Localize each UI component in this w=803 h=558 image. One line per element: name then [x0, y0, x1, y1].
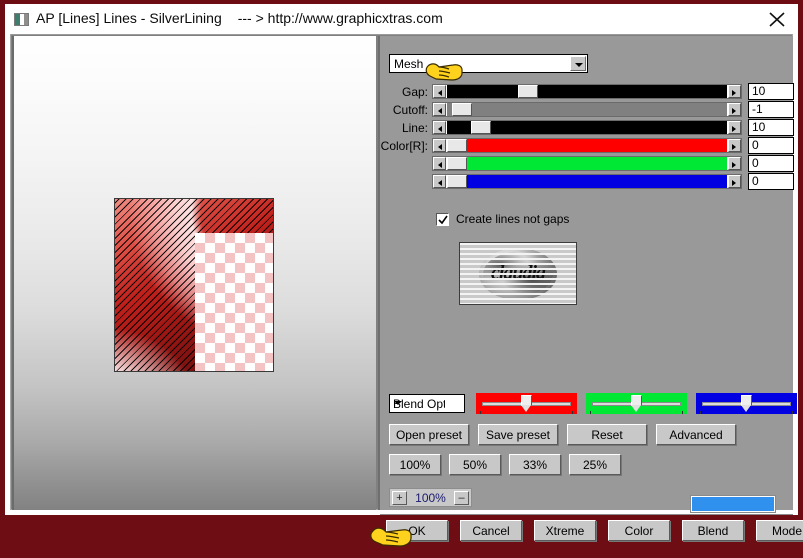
zoom-50-button[interactable]: 50%: [449, 454, 501, 475]
slider-track[interactable]: [432, 102, 742, 117]
blend-slider-tick: [700, 411, 701, 414]
blend-slider-thumb[interactable]: [521, 395, 532, 412]
controls-pane: Mesh Gap: 10 Cutoff: -1 Line: 10 Color[R]: 0 0 0: [370, 36, 803, 547]
zoom-33-button[interactable]: 33%: [509, 454, 561, 475]
zoom-stepper[interactable]: + 100% –: [389, 488, 472, 507]
red-blend-slider[interactable]: [476, 393, 577, 414]
slider-fill: [447, 103, 727, 116]
slider-value-field[interactable]: -1: [748, 101, 794, 118]
green-blend-slider[interactable]: [586, 393, 687, 414]
dialog-body: Mesh Gap: 10 Cutoff: -1 Line: 10 Color[R]: 0 0 0: [10, 34, 803, 547]
create-lines-checkbox-label: Create lines not gaps: [456, 212, 570, 226]
thumbnail-preview[interactable]: claudia: [459, 242, 577, 305]
slider-fill: [447, 157, 727, 170]
bottom-divider: [380, 514, 793, 515]
window-title-text: AP [Lines] Lines - SilverLining: [36, 10, 222, 26]
slider-increment-icon[interactable]: [728, 139, 741, 152]
preset-dropdown[interactable]: Mesh: [389, 54, 588, 73]
chevron-down-icon[interactable]: [570, 56, 586, 71]
ok-button[interactable]: OK: [386, 520, 448, 541]
slider-track[interactable]: [432, 174, 742, 189]
slider-increment-icon[interactable]: [728, 103, 741, 116]
xtreme-button[interactable]: Xtreme: [534, 520, 596, 541]
slider-row: Color[R]: 0: [380, 137, 794, 154]
mode-button[interactable]: Mode: [756, 520, 803, 541]
slider-thumb[interactable]: [447, 175, 467, 188]
blend-slider-tick: [792, 411, 793, 414]
title-bar: AP [Lines] Lines - SilverLining --- > htt…: [5, 4, 798, 34]
slider-thumb[interactable]: [518, 85, 538, 98]
slider-label: Line:: [401, 121, 428, 135]
create-lines-checkbox[interactable]: [436, 213, 449, 226]
zoom-100-button[interactable]: 100%: [389, 454, 441, 475]
slider-decrement-icon[interactable]: [433, 139, 446, 152]
slider-value-field[interactable]: 10: [748, 83, 794, 100]
preview-transparency-checker: [195, 233, 273, 371]
color-button[interactable]: Color: [608, 520, 670, 541]
blend-slider-thumb[interactable]: [741, 395, 752, 412]
blend-slider-tick: [480, 411, 481, 414]
slider-track[interactable]: [432, 84, 742, 99]
slider-value-field[interactable]: 0: [748, 137, 794, 154]
blend-slider-thumb[interactable]: [631, 395, 642, 412]
slider-fill: [447, 121, 727, 134]
slider-increment-icon[interactable]: [728, 121, 741, 134]
slider-track[interactable]: [432, 120, 742, 135]
slider-decrement-icon[interactable]: [433, 121, 446, 134]
slider-row: 0: [380, 173, 794, 190]
slider-thumb[interactable]: [447, 139, 467, 152]
blend-button[interactable]: Blend: [682, 520, 744, 541]
blend-slider-tick: [682, 411, 683, 414]
blue-blend-slider[interactable]: [696, 393, 797, 414]
slider-thumb[interactable]: [452, 103, 472, 116]
zoom-25-button[interactable]: 25%: [569, 454, 621, 475]
close-icon[interactable]: [766, 9, 788, 29]
image-thumbnail-icon: [14, 13, 29, 26]
advanced-button[interactable]: Advanced: [656, 424, 736, 445]
slider-row: 0: [380, 155, 794, 172]
blend-slider-tick: [572, 411, 573, 414]
slider-label: Color[R]:: [380, 139, 428, 153]
slider-label: Cutoff:: [392, 103, 428, 117]
preview-image[interactable]: [114, 198, 274, 372]
slider-row: Gap: 10: [380, 83, 794, 100]
blend-slider-tick: [590, 411, 591, 414]
blend-options-dropdown[interactable]: Blend Opti: [389, 394, 465, 413]
reset-button[interactable]: Reset: [567, 424, 647, 445]
slider-track[interactable]: [432, 138, 742, 153]
slider-increment-icon[interactable]: [728, 175, 741, 188]
slider-decrement-icon[interactable]: [433, 103, 446, 116]
slider-value-field[interactable]: 0: [748, 155, 794, 172]
slider-track[interactable]: [432, 156, 742, 171]
slider-increment-icon[interactable]: [728, 157, 741, 170]
slider-increment-icon[interactable]: [728, 85, 741, 98]
slider-row: Line: 10: [380, 119, 794, 136]
slider-thumb[interactable]: [447, 157, 467, 170]
slider-label: Gap:: [401, 85, 428, 99]
slider-value-field[interactable]: 0: [748, 173, 794, 190]
open-preset-button[interactable]: Open preset: [389, 424, 469, 445]
slider-decrement-icon[interactable]: [433, 157, 446, 170]
plugin-window: AP [Lines] Lines - SilverLining --- > htt…: [0, 0, 803, 547]
slider-decrement-icon[interactable]: [433, 85, 446, 98]
preset-dropdown-value: Mesh: [394, 57, 424, 71]
slider-value-field[interactable]: 10: [748, 119, 794, 136]
thumbnail-stripes-overlay: [460, 243, 576, 304]
zoom-out-button[interactable]: –: [454, 491, 469, 505]
save-preset-button[interactable]: Save preset: [478, 424, 558, 445]
window-title: AP [Lines] Lines - SilverLining --- > htt…: [36, 10, 443, 26]
slider-fill: [447, 139, 727, 152]
slider-fill: [447, 175, 727, 188]
slider-decrement-icon[interactable]: [433, 175, 446, 188]
cancel-button[interactable]: Cancel: [460, 520, 522, 541]
slider-row: Cutoff: -1: [380, 101, 794, 118]
image-preview-pane[interactable]: [12, 36, 376, 510]
slider-fill: [447, 85, 727, 98]
color-swatch[interactable]: [691, 496, 775, 512]
slider-thumb[interactable]: [471, 121, 491, 134]
window-url-text: --- > http://www.graphicxtras.com: [237, 10, 443, 26]
